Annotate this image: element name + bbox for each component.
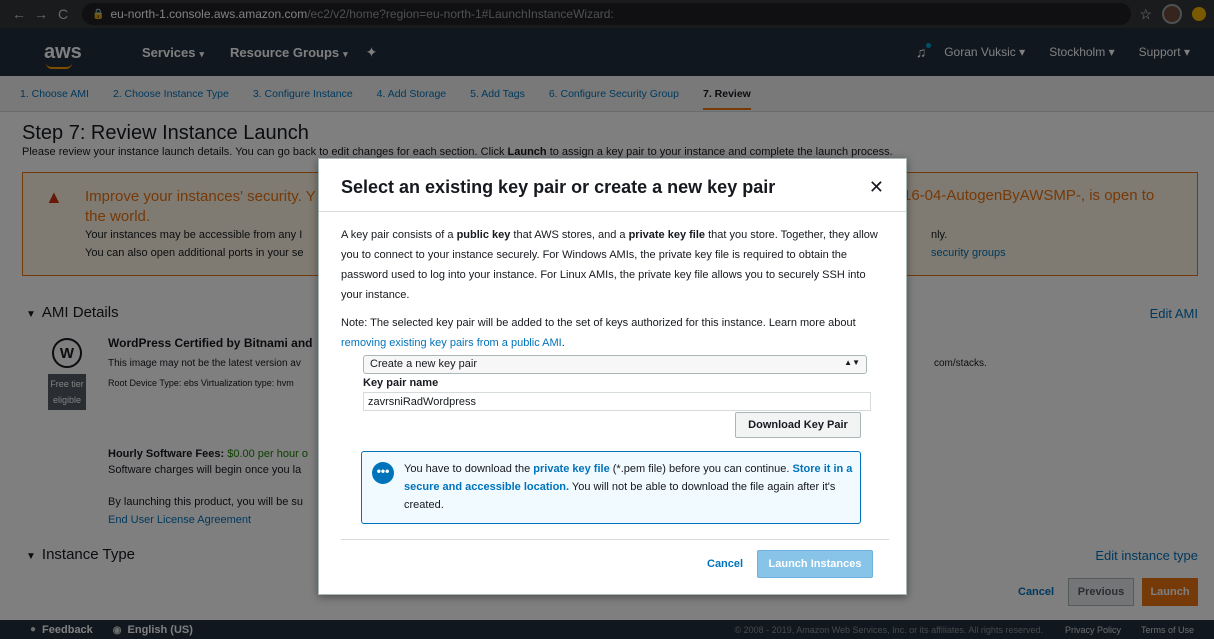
removing-key-pairs-link[interactable]: removing existing key pairs from a publi… bbox=[341, 337, 562, 349]
p1-b: public key bbox=[456, 229, 511, 241]
download-key-pair-button[interactable]: Download Key Pair bbox=[735, 412, 861, 438]
select-value: Create a new key pair bbox=[370, 358, 477, 370]
key-pair-modal: Select an existing key pair or create a … bbox=[318, 158, 907, 595]
modal-title: Select an existing key pair or create a … bbox=[341, 177, 776, 197]
p1-d: private key file bbox=[628, 229, 706, 241]
download-info-box: ••• You have to download the private key… bbox=[361, 451, 861, 524]
p2-a: Note: The selected key pair will be adde… bbox=[341, 317, 856, 329]
info-b: private key file bbox=[533, 463, 610, 475]
close-icon[interactable]: ✕ bbox=[869, 177, 884, 198]
info-c: (*.pem file) before you can continue. bbox=[609, 463, 793, 475]
chat-info-icon: ••• bbox=[372, 462, 394, 484]
info-a: You have to download the bbox=[404, 463, 534, 475]
modal-footer-divider bbox=[341, 539, 889, 540]
modal-divider bbox=[319, 211, 906, 212]
key-pair-note: Note: The selected key pair will be adde… bbox=[341, 313, 889, 353]
select-arrows-icon: ▲▼ bbox=[844, 358, 860, 367]
launch-instances-button[interactable]: Launch Instances bbox=[757, 550, 873, 578]
p1-a: A key pair consists of a bbox=[341, 229, 457, 241]
key-pair-name-input[interactable] bbox=[363, 392, 871, 411]
p1-c: that AWS stores, and a bbox=[510, 229, 629, 241]
info-text: You have to download the private key fil… bbox=[404, 460, 856, 514]
key-pair-option-select[interactable]: Create a new key pair ▲▼ bbox=[363, 355, 867, 374]
key-pair-description: A key pair consists of a public key that… bbox=[341, 225, 889, 305]
modal-cancel-button[interactable]: Cancel bbox=[707, 558, 743, 570]
key-pair-name-label: Key pair name bbox=[363, 377, 439, 389]
p2-b: . bbox=[561, 337, 565, 349]
